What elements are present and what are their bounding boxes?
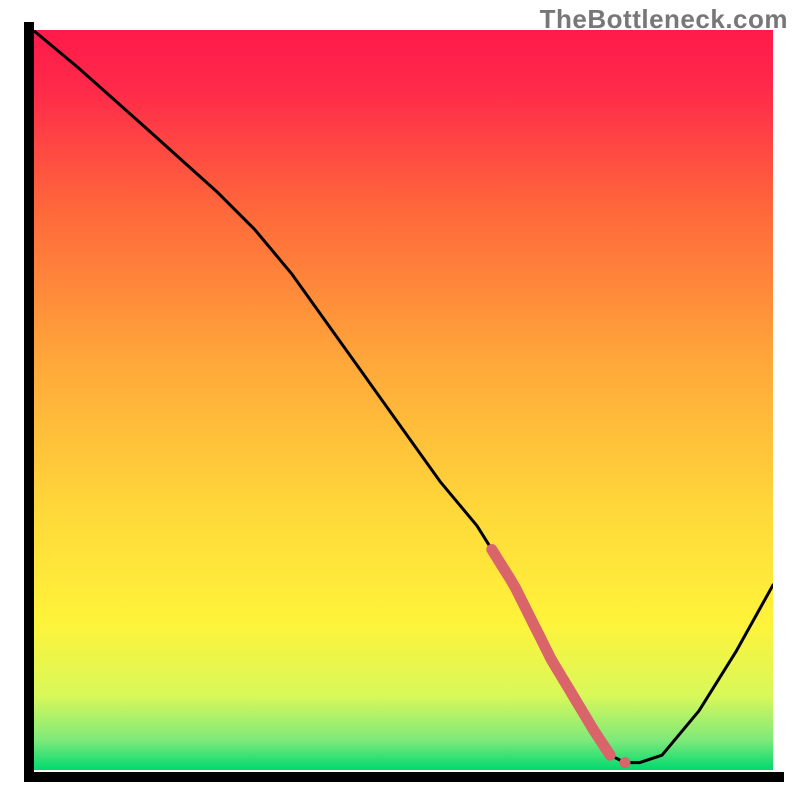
heat-gradient-bg (33, 30, 773, 770)
highlight-dot (620, 757, 631, 768)
bottleneck-chart (0, 0, 800, 800)
watermark-text: TheBottleneck.com (540, 4, 788, 35)
chart-container: TheBottleneck.com (0, 0, 800, 800)
